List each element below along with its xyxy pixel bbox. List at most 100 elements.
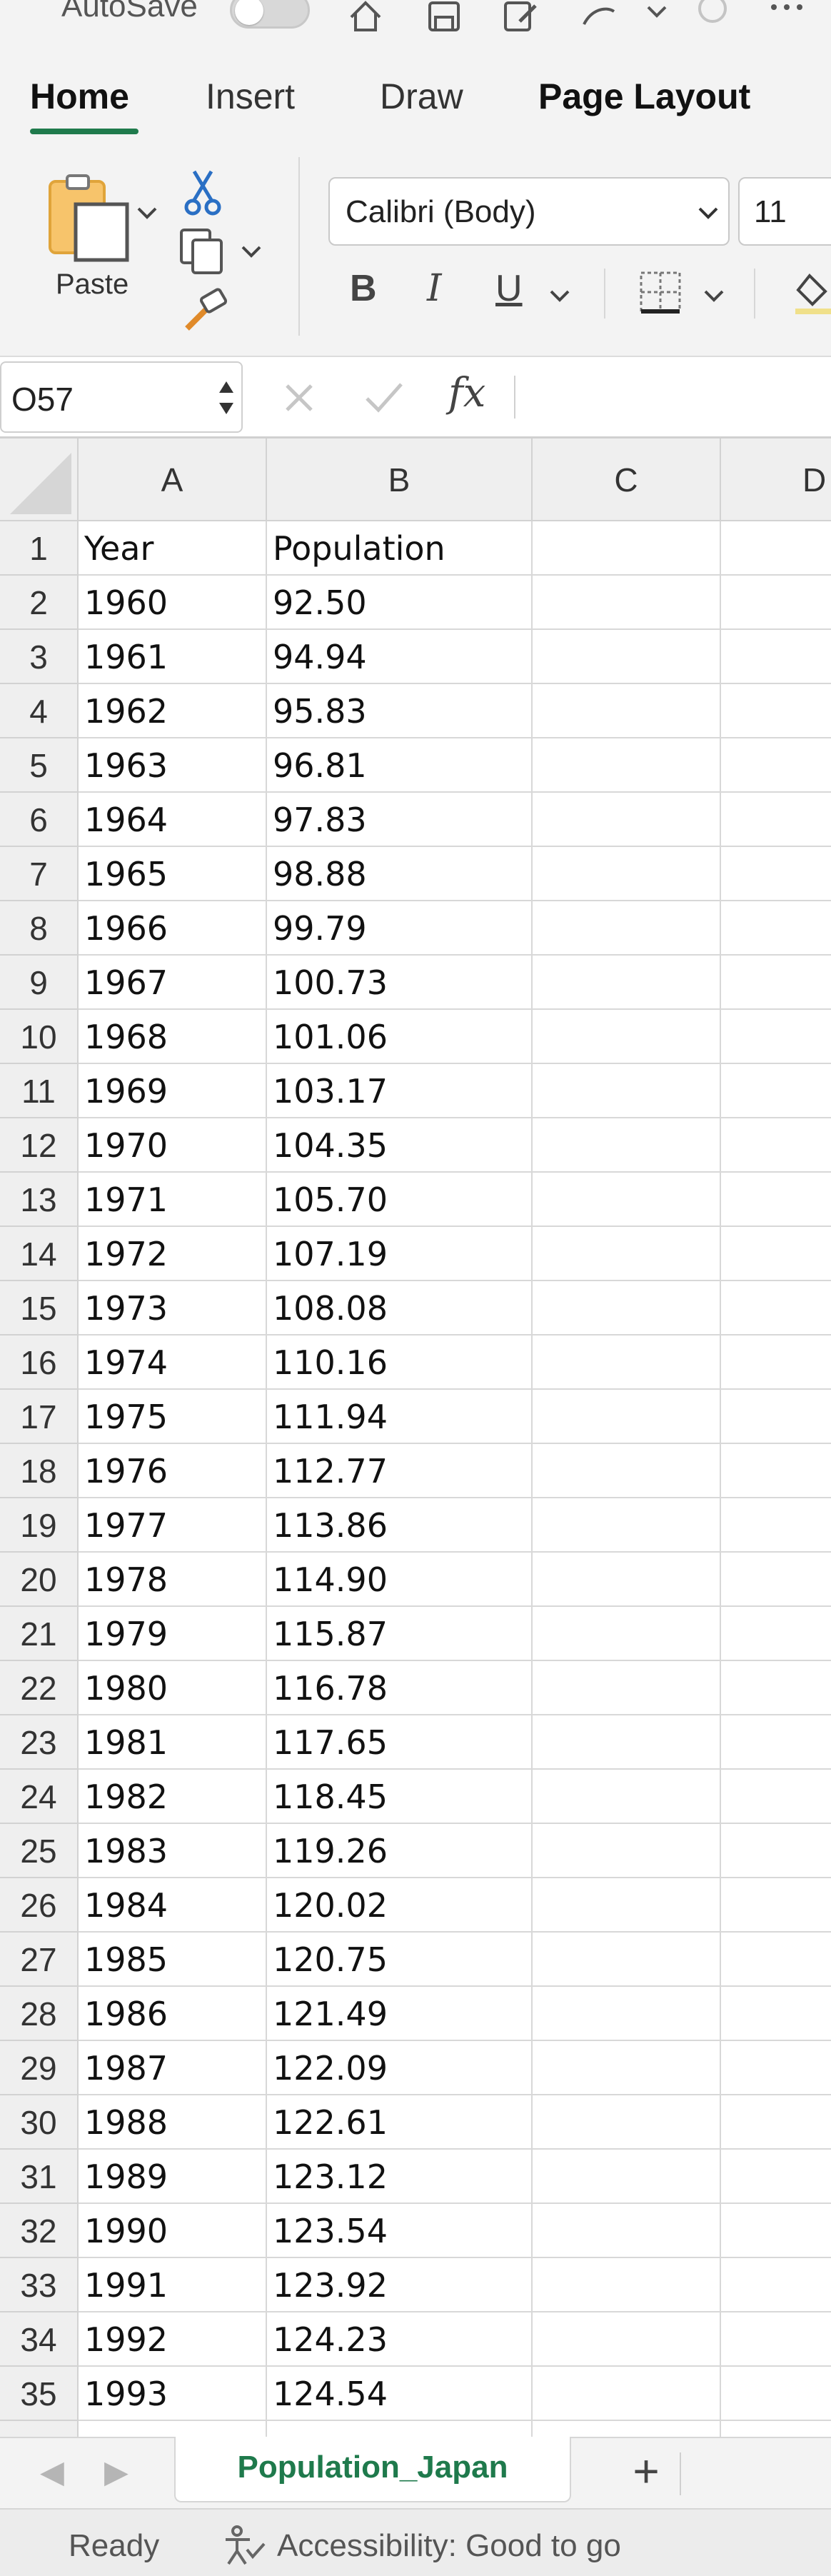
cell-a25[interactable]: 1983 [79,1824,267,1878]
cell-c22[interactable] [533,1661,721,1715]
more-icon[interactable] [765,0,808,36]
cell-d4[interactable] [721,684,831,738]
tab-page-layout[interactable]: Page Layout [538,76,750,117]
cell-c35[interactable] [533,2367,721,2421]
row-header-1[interactable]: 1 [0,521,79,576]
cell-a27[interactable]: 1985 [79,1933,267,1987]
cell-d20[interactable] [721,1553,831,1607]
cell-d33[interactable] [721,2258,831,2312]
row-header-35[interactable]: 35 [0,2367,79,2421]
cell-a33[interactable]: 1991 [79,2258,267,2312]
bold-button[interactable]: B [350,267,377,310]
cell-c15[interactable] [533,1281,721,1335]
autosave-toggle[interactable] [230,0,310,29]
cell-c5[interactable] [533,738,721,793]
undo-icon[interactable] [577,0,620,36]
cell-a32[interactable]: 1990 [79,2204,267,2258]
cell-d16[interactable] [721,1335,831,1390]
cell-b9[interactable]: 100.73 [267,956,533,1010]
cell-b21[interactable]: 115.87 [267,1607,533,1661]
formula-input[interactable] [525,371,825,423]
cell-b35[interactable]: 124.54 [267,2367,533,2421]
row-header-14[interactable]: 14 [0,1227,79,1281]
cell-a34[interactable]: 1992 [79,2312,267,2367]
cell-d19[interactable] [721,1498,831,1553]
cell-d6[interactable] [721,793,831,847]
cell-d3[interactable] [721,630,831,684]
cell-b1[interactable]: Population [267,521,533,576]
cell-c2[interactable] [533,576,721,630]
cell-b5[interactable]: 96.81 [267,738,533,793]
cell-d34[interactable] [721,2312,831,2367]
row-header-8[interactable]: 8 [0,901,79,956]
cell-b2[interactable]: 92.50 [267,576,533,630]
cell-a10[interactable]: 1968 [79,1010,267,1064]
row-header-2[interactable]: 2 [0,576,79,630]
cell-b25[interactable]: 119.26 [267,1824,533,1878]
cell-b27[interactable]: 120.75 [267,1933,533,1987]
cell-c28[interactable] [533,1987,721,2041]
cell-d28[interactable] [721,1987,831,2041]
column-header-a[interactable]: A [79,438,267,521]
cell-c30[interactable] [533,2095,721,2150]
cell-partial-a[interactable] [79,2421,267,2437]
cell-b19[interactable]: 113.86 [267,1498,533,1553]
row-header-partial[interactable] [0,2421,79,2437]
cell-d5[interactable] [721,738,831,793]
copy-options-chevron-icon[interactable] [238,239,264,264]
cell-b7[interactable]: 98.88 [267,847,533,901]
row-header-27[interactable]: 27 [0,1933,79,1987]
cell-c3[interactable] [533,630,721,684]
cell-b29[interactable]: 122.09 [267,2041,533,2095]
cell-a16[interactable]: 1974 [79,1335,267,1390]
underline-options-chevron-icon[interactable] [547,283,573,309]
row-header-4[interactable]: 4 [0,684,79,738]
cell-c20[interactable] [533,1553,721,1607]
cell-b26[interactable]: 120.02 [267,1878,533,1933]
cell-d1[interactable] [721,521,831,576]
cell-d14[interactable] [721,1227,831,1281]
add-sheet-button[interactable]: + [607,2445,685,2497]
cell-a13[interactable]: 1971 [79,1173,267,1227]
copy-icon[interactable] [177,226,227,276]
cell-c26[interactable] [533,1878,721,1933]
next-sheet-button[interactable]: ▶ [104,2454,129,2490]
cell-c34[interactable] [533,2312,721,2367]
cell-a35[interactable]: 1993 [79,2367,267,2421]
cell-a8[interactable]: 1966 [79,901,267,956]
cell-c16[interactable] [533,1335,721,1390]
name-box-stepper-icon[interactable] [216,373,237,423]
font-name-dropdown[interactable]: Calibri (Body) [328,177,730,246]
cell-b32[interactable]: 123.54 [267,2204,533,2258]
cell-a18[interactable]: 1976 [79,1444,267,1498]
cell-d25[interactable] [721,1824,831,1878]
borders-chevron-icon[interactable] [701,283,727,309]
row-header-23[interactable]: 23 [0,1715,79,1770]
cell-b10[interactable]: 101.06 [267,1010,533,1064]
cell-b6[interactable]: 97.83 [267,793,533,847]
row-header-6[interactable]: 6 [0,793,79,847]
column-header-c[interactable]: C [533,438,721,521]
cell-a31[interactable]: 1989 [79,2150,267,2204]
confirm-icon[interactable] [363,379,406,417]
cell-b33[interactable]: 123.92 [267,2258,533,2312]
sheet-tab-population-japan[interactable]: Population_Japan [174,2437,571,2502]
cell-c8[interactable] [533,901,721,956]
cell-c9[interactable] [533,956,721,1010]
cell-a4[interactable]: 1962 [79,684,267,738]
row-header-33[interactable]: 33 [0,2258,79,2312]
chevron-down-icon[interactable] [635,0,678,36]
cell-a7[interactable]: 1965 [79,847,267,901]
fill-color-icon[interactable] [792,269,831,316]
cell-d18[interactable] [721,1444,831,1498]
cell-c23[interactable] [533,1715,721,1770]
cell-d24[interactable] [721,1770,831,1824]
cell-a5[interactable]: 1963 [79,738,267,793]
cell-b14[interactable]: 107.19 [267,1227,533,1281]
cell-d10[interactable] [721,1010,831,1064]
cell-b18[interactable]: 112.77 [267,1444,533,1498]
cell-d22[interactable] [721,1661,831,1715]
tab-draw[interactable]: Draw [380,76,463,117]
row-header-34[interactable]: 34 [0,2312,79,2367]
cell-a22[interactable]: 1980 [79,1661,267,1715]
